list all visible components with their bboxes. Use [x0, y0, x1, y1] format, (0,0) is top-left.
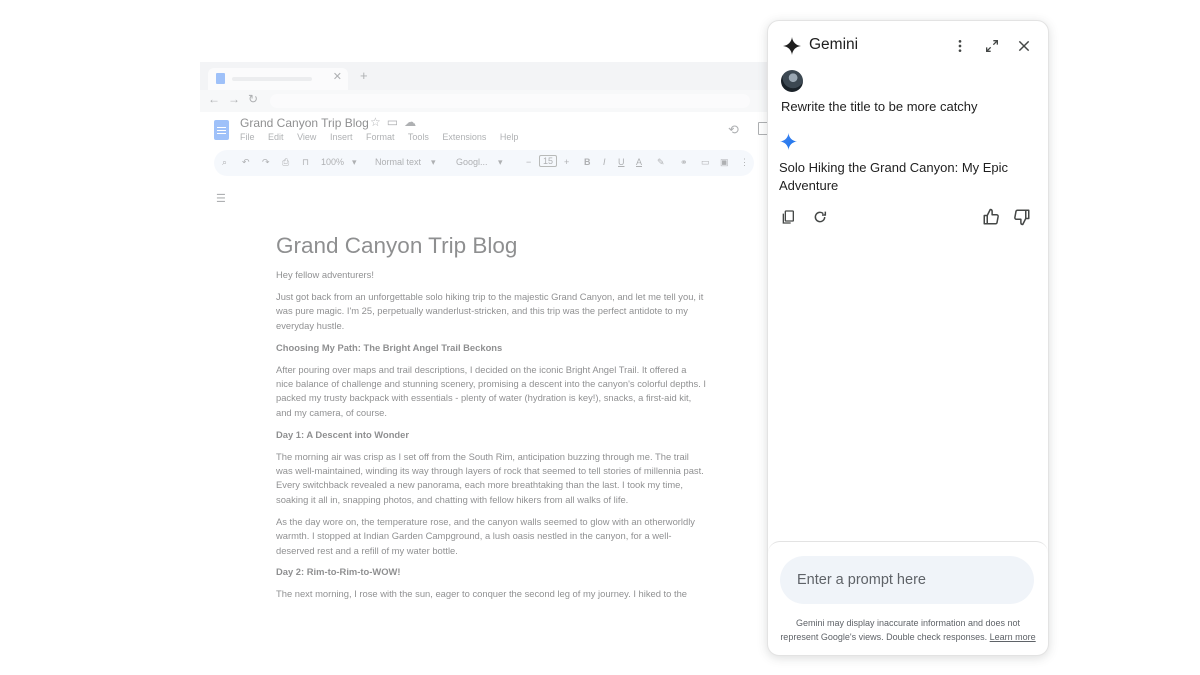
highlight-color-icon[interactable]: ✎: [657, 157, 665, 168]
increase-font-size-button[interactable]: +: [564, 157, 569, 167]
style-select[interactable]: Normal text: [375, 157, 421, 167]
thumbs-down-icon[interactable]: [1012, 207, 1032, 227]
new-tab-icon[interactable]: +: [360, 68, 368, 83]
disclaimer-text: Gemini may display inaccurate informatio…: [780, 618, 1021, 642]
paragraph: Just got back from an unforgettable solo…: [276, 290, 704, 331]
document-page[interactable]: Grand Canyon Trip Blog Hey fellow advent…: [276, 232, 706, 609]
browser-tabstrip: ✕ +: [200, 62, 770, 90]
paragraph: As the day wore on, the temperature rose…: [276, 515, 695, 556]
thumbs-up-icon[interactable]: [981, 207, 1001, 227]
undo-icon[interactable]: ↶: [242, 157, 250, 168]
paragraph: The next morning, I rose with the sun, e…: [276, 588, 687, 600]
italic-icon[interactable]: I: [603, 157, 606, 167]
user-avatar: [781, 70, 803, 92]
zoom-select[interactable]: 100%: [321, 157, 344, 167]
tab-close-icon[interactable]: ✕: [333, 70, 342, 83]
docs-menubar: File Edit View Insert Format Tools Exten…: [240, 132, 529, 142]
title-actions: ☆▭☁: [370, 115, 422, 129]
gemini-sparkle-icon: [783, 37, 801, 55]
docs-favicon-icon: [216, 73, 225, 84]
document-body: Hey fellow adventurers! Just got back fro…: [276, 268, 706, 602]
section-heading: Choosing My Path: The Bright Angel Trail…: [276, 341, 503, 353]
tab-title-placeholder: [232, 77, 312, 81]
reload-icon[interactable]: ↻: [248, 92, 258, 106]
more-toolbar-icon[interactable]: ⋮: [740, 157, 749, 168]
menu-insert[interactable]: Insert: [330, 132, 353, 142]
copy-icon[interactable]: [778, 207, 798, 227]
disclaimer: Gemini may display inaccurate informatio…: [776, 616, 1040, 644]
section-heading: Day 2: Rim-to-Rim-to-WOW!: [276, 566, 401, 578]
underline-icon[interactable]: U: [618, 157, 625, 167]
menu-help[interactable]: Help: [500, 132, 519, 142]
regenerate-icon[interactable]: [810, 207, 830, 227]
section-heading: Day 1: A Descent into Wonder: [276, 428, 410, 440]
paragraph: The morning air was crisp as I set off f…: [276, 450, 704, 505]
gemini-response-sparkle-icon: [780, 133, 797, 150]
search-menus-icon[interactable]: ⌕: [222, 157, 227, 168]
style-chevron-icon[interactable]: ▾: [431, 157, 436, 168]
docs-logo-icon[interactable]: [214, 120, 229, 140]
font-chevron-icon[interactable]: ▾: [498, 157, 503, 168]
forward-icon[interactable]: →: [228, 92, 240, 106]
address-bar[interactable]: [270, 94, 750, 108]
menu-tools[interactable]: Tools: [408, 132, 429, 142]
document-title[interactable]: Grand Canyon Trip Blog: [240, 116, 369, 130]
redo-icon[interactable]: ↷: [262, 157, 270, 168]
gemini-response-text: Solo Hiking the Grand Canyon: My Epic Ad…: [779, 160, 1009, 193]
document-outline-icon[interactable]: ☰: [216, 192, 226, 205]
star-icon[interactable]: ☆: [370, 115, 387, 129]
docs-toolbar: ⌕ ↶ ↷ ⎙ ⊓ 100% ▾ Normal text ▾ Googl... …: [214, 150, 754, 176]
print-icon[interactable]: ⎙: [282, 157, 289, 168]
menu-extensions[interactable]: Extensions: [442, 132, 486, 142]
version-history-icon[interactable]: ⟲: [728, 122, 739, 138]
font-select[interactable]: Googl...: [456, 157, 488, 167]
gemini-panel: Gemini Rewrite the title to be more catc…: [767, 20, 1049, 656]
prompt-input[interactable]: [780, 556, 1034, 604]
move-folder-icon[interactable]: ▭: [387, 115, 404, 129]
menu-view[interactable]: View: [297, 132, 316, 142]
menu-file[interactable]: File: [240, 132, 255, 142]
menu-format[interactable]: Format: [366, 132, 395, 142]
zoom-chevron-icon[interactable]: ▾: [352, 157, 357, 168]
insert-image-icon[interactable]: ▣: [720, 157, 729, 168]
paragraph: After pouring over maps and trail descri…: [276, 363, 707, 418]
browser-navbar: ← → ↻: [200, 90, 770, 112]
font-size-input[interactable]: 15: [539, 155, 558, 167]
browser-tab[interactable]: ✕: [208, 68, 348, 90]
close-icon[interactable]: [1013, 35, 1035, 57]
bold-icon[interactable]: B: [584, 157, 591, 167]
gemini-footer: Gemini may display inaccurate informatio…: [768, 541, 1048, 655]
user-prompt-text: Rewrite the title to be more catchy: [781, 99, 978, 114]
gemini-header: Gemini: [768, 21, 1048, 69]
menu-edit[interactable]: Edit: [268, 132, 284, 142]
expand-icon[interactable]: [981, 35, 1003, 57]
docs-window: ✕ + ← → ↻ Grand Canyon Trip Blog ☆▭☁ Fil…: [200, 62, 770, 662]
more-options-icon[interactable]: [949, 35, 971, 57]
document-heading: Grand Canyon Trip Blog: [276, 233, 518, 258]
gemini-title: Gemini: [809, 36, 859, 53]
learn-more-link[interactable]: Learn more: [990, 632, 1036, 642]
back-icon[interactable]: ←: [208, 92, 220, 106]
decrease-font-size-button[interactable]: −: [526, 157, 531, 167]
paragraph: Hey fellow adventurers!: [276, 269, 374, 280]
text-color-icon[interactable]: A: [636, 157, 642, 167]
paint-format-icon[interactable]: ⊓: [302, 157, 309, 168]
insert-comment-icon[interactable]: ▭: [701, 157, 710, 168]
cloud-saved-icon[interactable]: ☁: [404, 115, 422, 129]
insert-link-icon[interactable]: ⚭: [680, 157, 688, 168]
